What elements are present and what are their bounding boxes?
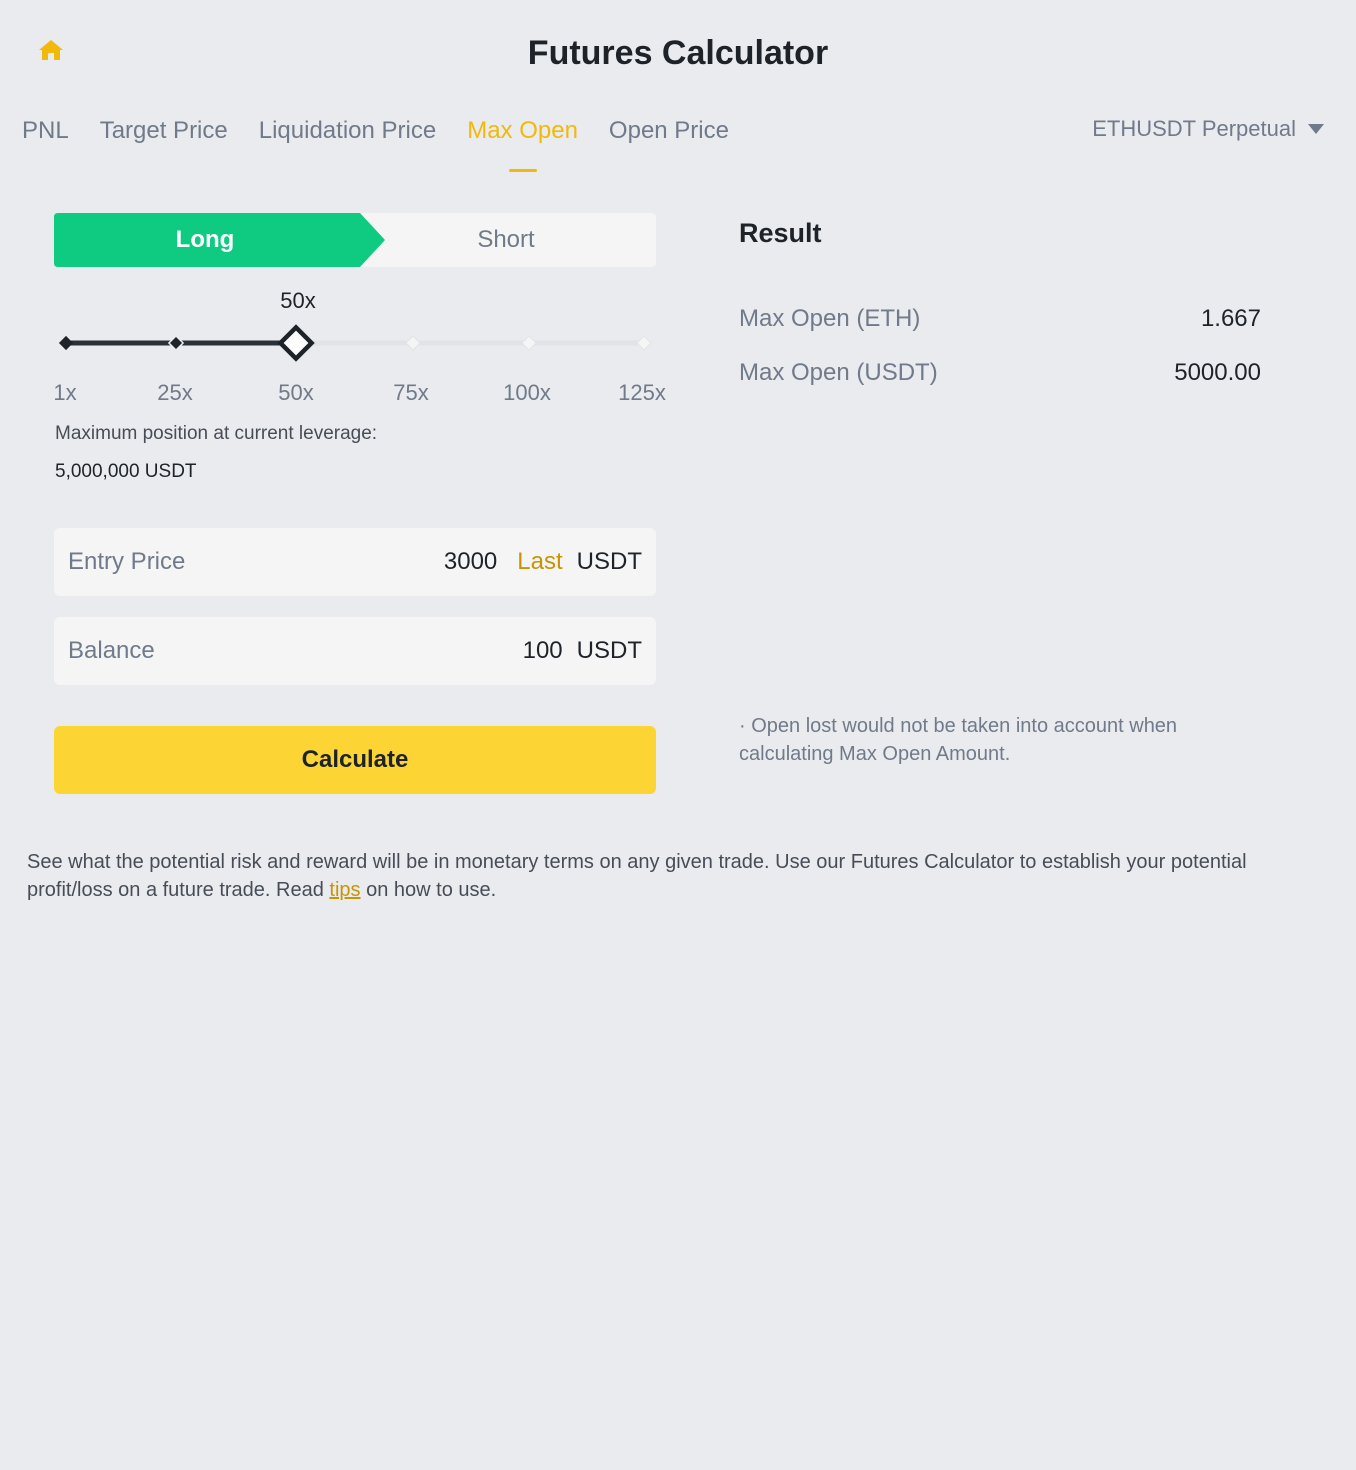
leverage-mark-25x[interactable]: 25x	[157, 380, 192, 406]
leverage-tick-75x	[405, 335, 421, 351]
result-value-max-open-usdt: 5000.00	[1174, 359, 1261, 386]
tab-pnl[interactable]: PNL	[22, 114, 69, 172]
footer-text: See what the potential risk and reward w…	[27, 851, 1247, 901]
result-title: Result	[739, 218, 822, 248]
result-label-max-open-usdt: Max Open (USDT)	[739, 359, 938, 386]
entry-price-label: Entry Price	[68, 548, 186, 575]
futures-calculator-page: Futures Calculator PNL Target Price Liqu…	[0, 0, 1356, 1470]
tab-open-price[interactable]: Open Price	[609, 114, 729, 172]
page-title: Futures Calculator	[527, 34, 829, 72]
leverage-slider-handle	[277, 324, 315, 362]
leverage-marks: 1x 25x 50x 75x 100x 125x	[0, 380, 700, 414]
result-row: Max Open (USDT) 5000.00	[739, 359, 1261, 387]
short-button[interactable]: Short	[356, 213, 656, 267]
balance-unit: USDT	[576, 637, 642, 664]
result-value-max-open-eth: 1.667	[1200, 305, 1261, 332]
entry-price-input[interactable]	[337, 548, 498, 576]
long-button[interactable]: Long	[54, 213, 356, 267]
calculator-tabs: PNL Target Price Liquidation Price Max O…	[22, 114, 760, 172]
balance-input[interactable]	[402, 637, 563, 665]
leverage-tick-125x	[636, 335, 652, 351]
footer-text-end: on how to use.	[360, 879, 497, 901]
balance-field: Balance USDT	[54, 617, 656, 685]
leverage-tick-25x	[167, 334, 185, 352]
result-row: Max Open (ETH) 1.667	[739, 305, 1261, 333]
result-label-max-open-eth: Max Open (ETH)	[739, 305, 921, 332]
leverage-slider[interactable]	[54, 322, 658, 364]
tab-max-open[interactable]: Max Open	[467, 114, 578, 172]
entry-price-field: Entry Price Last USDT	[54, 528, 656, 596]
tab-target-price[interactable]: Target Price	[100, 114, 228, 172]
leverage-value: 50x	[280, 288, 316, 313]
max-position-value: 5,000,000 USDT	[55, 461, 197, 482]
symbol-select-value: ETHUSDT Perpetual	[1092, 116, 1296, 141]
entry-price-unit: USDT	[576, 548, 642, 575]
result-note: · Open lost would not be taken into acco…	[739, 715, 1178, 765]
leverage-tick-1x	[58, 335, 74, 351]
leverage-mark-125x[interactable]: 125x	[618, 380, 666, 406]
tab-liquidation-price[interactable]: Liquidation Price	[259, 114, 436, 172]
symbol-select[interactable]: ETHUSDT Perpetual	[1092, 114, 1324, 144]
leverage-tick-100x	[521, 335, 537, 351]
caret-down-icon	[1308, 124, 1324, 134]
max-position-label: Maximum position at current leverage:	[55, 423, 378, 444]
leverage-mark-50x[interactable]: 50x	[278, 380, 313, 406]
tips-link[interactable]: tips	[329, 879, 360, 901]
footer-description: See what the potential risk and reward w…	[27, 848, 1327, 904]
calculate-button[interactable]: Calculate	[54, 726, 656, 794]
leverage-mark-1x[interactable]: 1x	[53, 380, 76, 406]
leverage-mark-75x[interactable]: 75x	[393, 380, 428, 406]
last-price-button[interactable]: Last	[517, 548, 562, 576]
side-toggle: Long Short	[54, 213, 656, 267]
balance-label: Balance	[68, 637, 155, 664]
leverage-mark-100x[interactable]: 100x	[503, 380, 551, 406]
